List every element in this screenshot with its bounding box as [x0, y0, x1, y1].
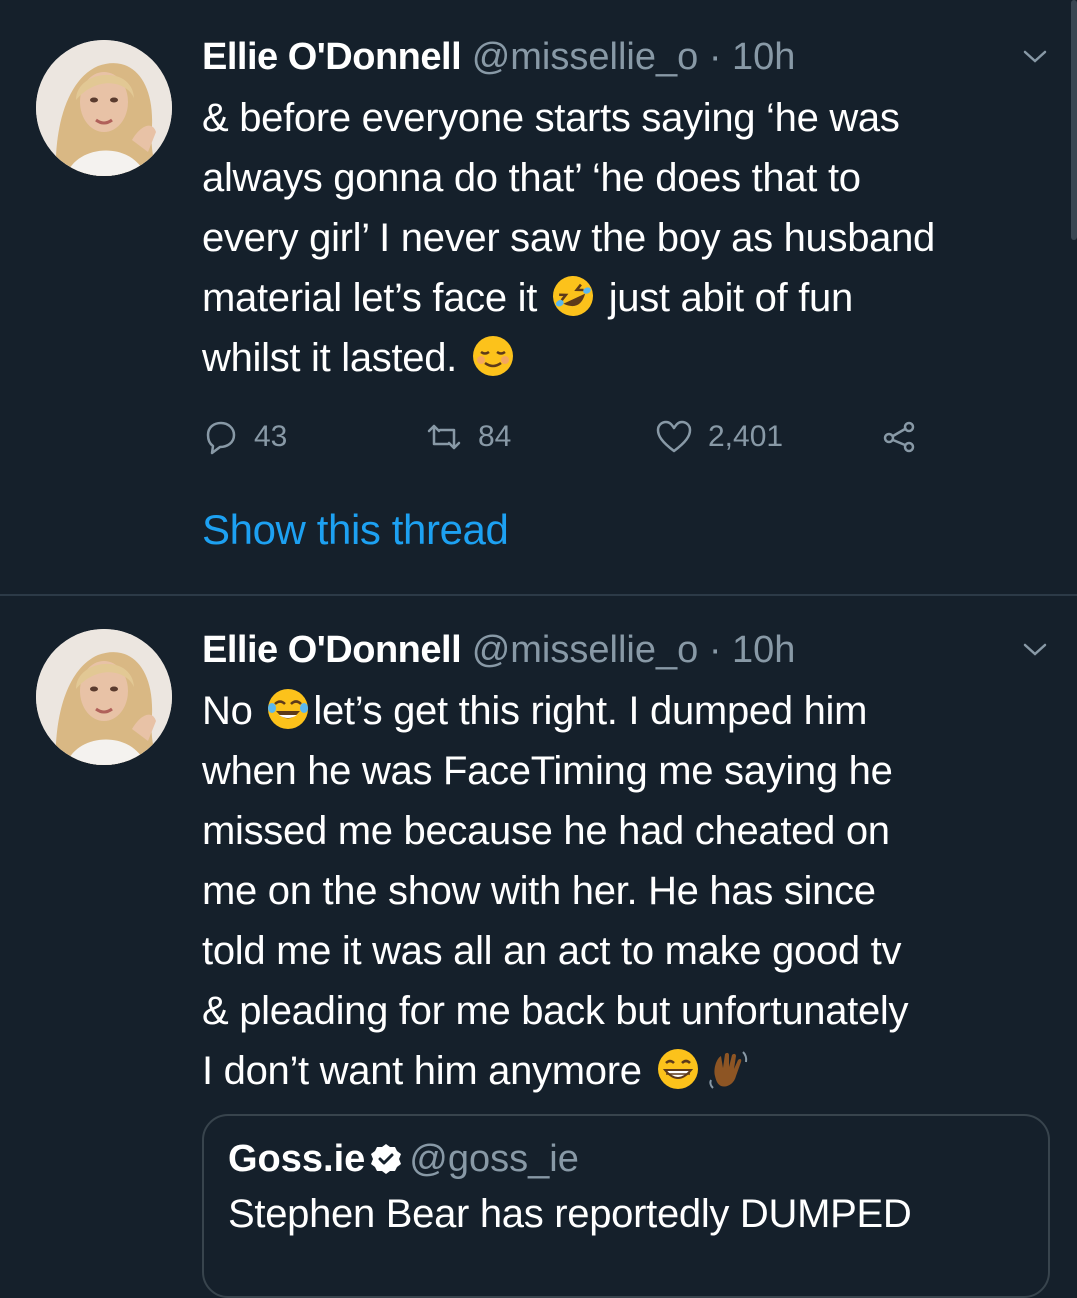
quoted-author-handle: @goss_ie — [409, 1138, 579, 1180]
author-name[interactable]: Ellie O'Donnell — [202, 629, 462, 671]
reply-count: 43 — [254, 420, 288, 453]
tweet-line: let’s get this right. I dumped him — [313, 689, 868, 733]
separator: · — [708, 629, 722, 671]
relieved-face-emoji — [472, 336, 513, 376]
timestamp[interactable]: 10h — [732, 36, 795, 78]
waving-hand-emoji — [708, 1051, 747, 1089]
quoted-author-name: Goss.ie — [228, 1138, 366, 1180]
rolling-laughing-emoji — [552, 276, 593, 316]
tweet-text: No let’s get this right. I dumped him wh… — [202, 681, 1052, 1101]
tweet-line: No — [202, 689, 253, 733]
author-name[interactable]: Ellie O'Donnell — [202, 36, 462, 78]
grinning-face-emoji — [657, 1049, 698, 1089]
tweet-line: & pleading for me back but unfortunately — [202, 989, 909, 1033]
tweet-line: whilst it lasted. — [202, 336, 457, 380]
tweet-line: material let’s face it — [202, 276, 538, 320]
tweet-line: & before everyone starts saying ‘he was — [202, 96, 900, 140]
tweet-line-with-emoji: material let’s face it just abit of fun — [202, 268, 1052, 328]
tweet-line: just abit of fun — [608, 276, 854, 320]
timestamp[interactable]: 10h — [732, 629, 795, 671]
tweet-line-with-emoji: I don’t want him anymore — [202, 1041, 1052, 1101]
chevron-down-icon[interactable] — [1023, 50, 1047, 64]
tweet-line: missed me because he had cheated on — [202, 809, 890, 853]
like-button[interactable]: 2,401 — [654, 414, 783, 460]
verified-badge-icon — [371, 1144, 402, 1174]
author-handle[interactable]: @missellie_o — [472, 36, 699, 78]
retweet-button[interactable]: 84 — [424, 414, 511, 460]
tweet-line: me on the show with her. He has since — [202, 869, 876, 913]
tweet[interactable]: Ellie O'Donnell @missellie_o · 10h & bef… — [0, 0, 1077, 595]
tweet-header: Ellie O'Donnell @missellie_o · 10h — [202, 34, 795, 80]
quoted-tweet-text: Stephen Bear has reportedly DUMPED — [228, 1192, 912, 1236]
divider — [0, 594, 1077, 596]
tweet-line: I don’t want him anymore — [202, 1049, 642, 1093]
tweet[interactable]: Ellie O'Donnell @missellie_o · 10h No le… — [0, 597, 1077, 1298]
retweet-icon — [427, 424, 461, 450]
avatar[interactable] — [36, 40, 172, 176]
like-icon — [656, 420, 692, 453]
reply-button[interactable]: 43 — [200, 414, 287, 460]
chevron-down-icon[interactable] — [1023, 643, 1047, 657]
share-icon — [883, 421, 915, 453]
show-thread-link[interactable]: Show this thread — [202, 506, 509, 554]
retweet-count: 84 — [478, 420, 512, 453]
tweet-actions: 43 84 2,401 — [200, 414, 940, 460]
tweet-line-with-emoji: No let’s get this right. I dumped him — [202, 681, 1052, 741]
author-handle[interactable]: @missellie_o — [472, 629, 699, 671]
like-count: 2,401 — [708, 420, 784, 453]
share-button[interactable] — [880, 414, 920, 460]
tweet-text: & before everyone starts saying ‘he was … — [202, 88, 1052, 388]
tweet-line: every girl’ I never saw the boy as husba… — [202, 216, 935, 260]
reply-icon — [206, 421, 236, 455]
tears-of-joy-emoji — [268, 689, 309, 729]
tweet-line: always gonna do that’ ‘he does that to — [202, 156, 861, 200]
tweet-line-with-emoji: whilst it lasted. — [202, 328, 1052, 388]
tweet-line: told me it was all an act to make good t… — [202, 929, 902, 973]
quoted-tweet[interactable]: Goss.ie @goss_ie Stephen Bear has report… — [202, 1114, 1050, 1298]
avatar[interactable] — [36, 629, 172, 765]
separator: · — [708, 36, 722, 78]
tweet-header: Ellie O'Donnell @missellie_o · 10h — [202, 627, 795, 673]
tweet-line: when he was FaceTiming me saying he — [202, 749, 893, 793]
quoted-tweet-header: Goss.ie @goss_ie — [228, 1134, 579, 1184]
